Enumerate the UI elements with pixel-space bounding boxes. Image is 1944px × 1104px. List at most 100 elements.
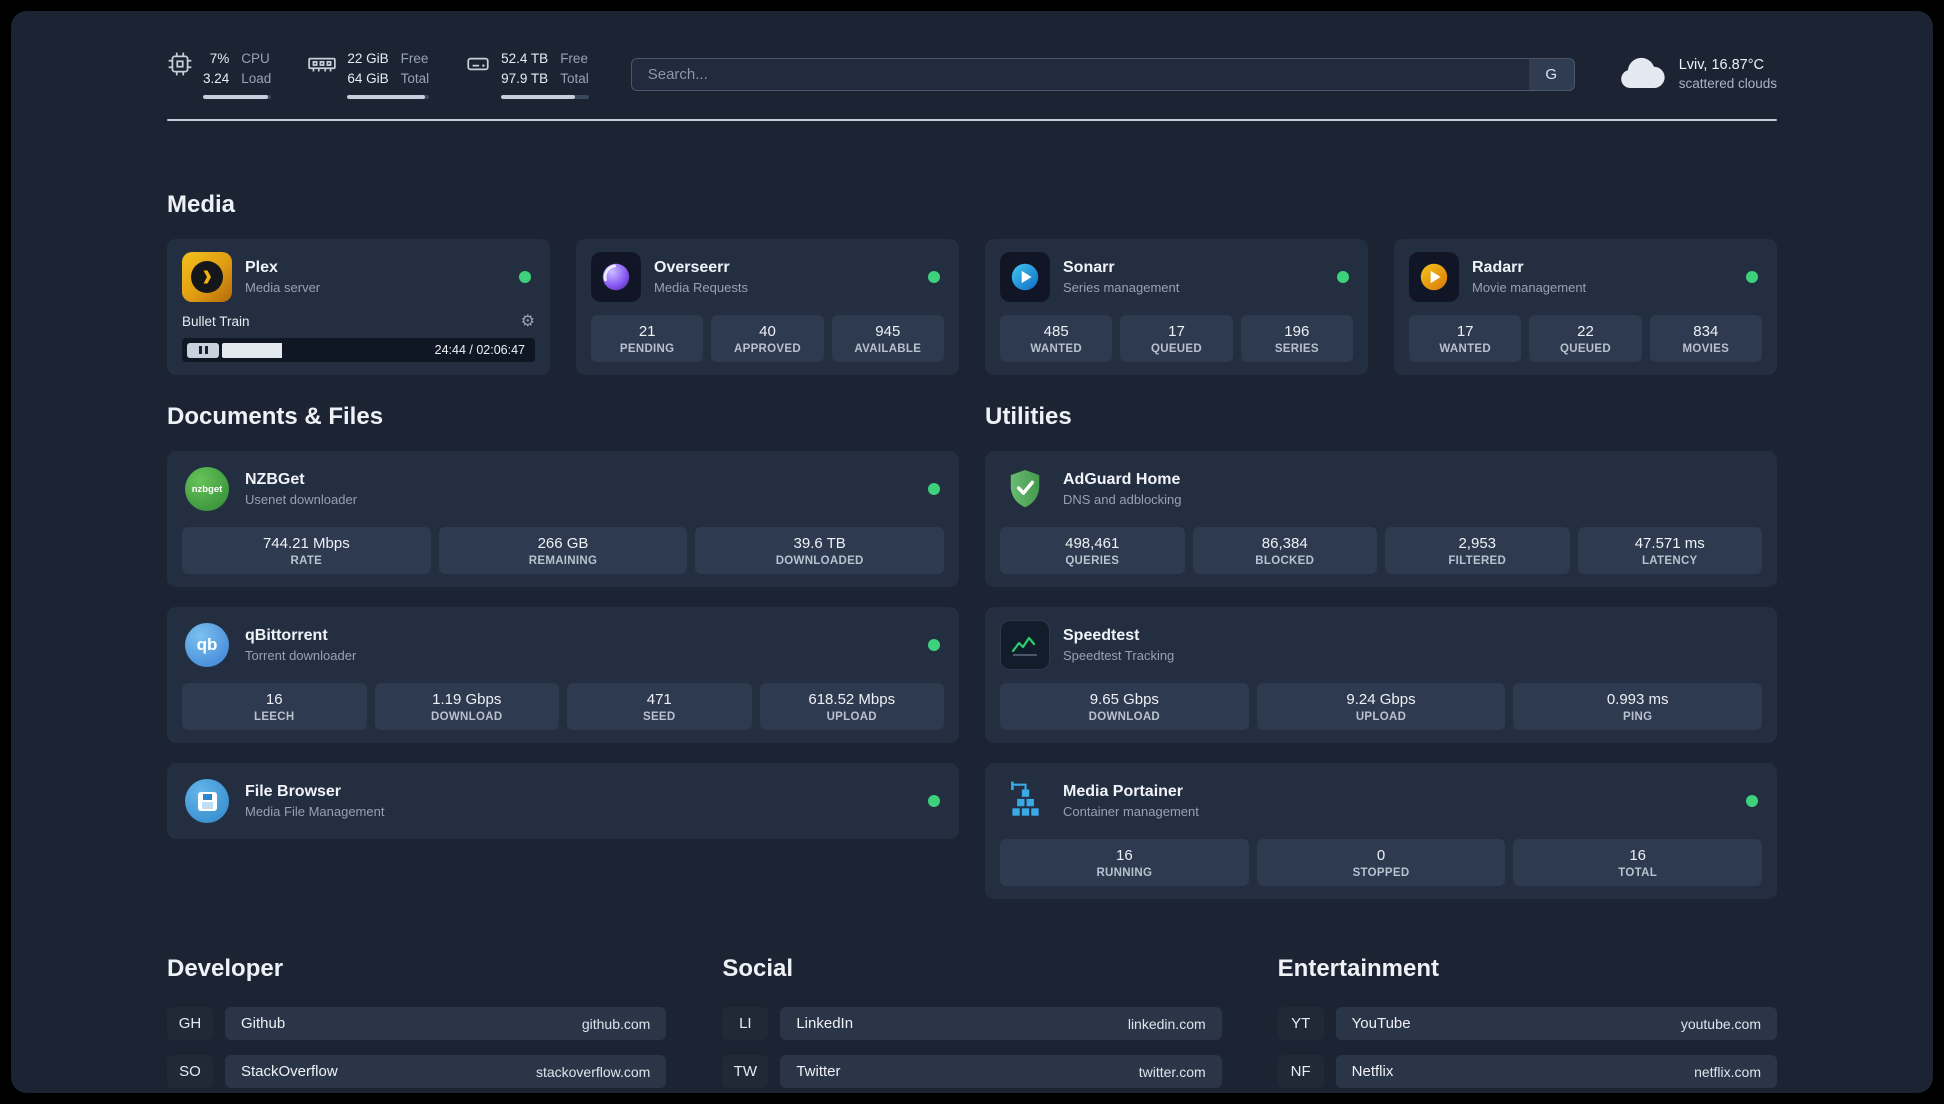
stat-value: 471 [646,691,672,709]
bookmark-twitter[interactable]: TW Twitter twitter.com [722,1055,1222,1089]
bookmark-github[interactable]: GH Github github.com [167,1007,667,1041]
portainer-icon [1000,776,1050,826]
gear-icon[interactable]: ⚙ [521,311,535,331]
card-sonarr[interactable]: Sonarr Series management 485 WANTED 17 Q… [985,239,1368,376]
stat-value: 834 [1693,323,1719,341]
stat-label: FILTERED [1448,555,1507,568]
stat-value: 485 [1043,323,1069,341]
stat-label: DOWNLOADED [775,555,864,568]
topbar: 7% 3.24 CPU Load 22 GiB 64 GiB Free Tota… [11,11,1933,100]
status-dot [928,483,940,496]
card-speedtest[interactable]: Speedtest Speedtest Tracking 9.65 Gbps D… [985,607,1777,744]
stat-label: WANTED [1030,343,1082,356]
stat-label: APPROVED [734,343,801,356]
memory-free-label: Free [400,51,429,66]
topbar-divider [167,119,1777,122]
status-dot [928,271,940,284]
stats-row: 498,461 QUERIES 86,384 BLOCKED 2,953 FIL… [1000,527,1762,575]
stat-box: 47.571 ms LATENCY [1577,527,1762,575]
stat-value: 16 [1629,847,1647,865]
bookmark-name: Github [241,1015,286,1033]
bookmark-stackoverflow[interactable]: SO StackOverflow stackoverflow.com [167,1055,667,1089]
card-portainer[interactable]: Media Portainer Container management 16 … [985,763,1777,900]
disk-total-label: Total [560,70,589,86]
service-description: Media server [245,280,321,296]
card-adguard[interactable]: AdGuard Home DNS and adblocking 498,461 … [985,451,1777,588]
stat-label: LEECH [254,711,295,724]
stat-label: UPLOAD [1355,711,1407,724]
stat-box: 266 GB REMAINING [438,527,688,575]
stat-value: 2,953 [1458,535,1497,553]
stats-row: 485 WANTED 17 QUEUED 196 SERIES [1000,315,1353,363]
bookmark-url: linkedin.com [1127,1015,1206,1032]
dashboard-content: Media Plex Media server Bullet Train ⚙ 2… [11,191,1933,1093]
card-filebrowser[interactable]: File Browser Media File Management [167,763,959,840]
bookmark-url: stackoverflow.com [535,1063,651,1080]
stat-box: 16 RUNNING [1000,839,1249,887]
stat-value: 17 [1168,323,1185,341]
stats-row: 16 RUNNING 0 STOPPED 16 TOTAL [1000,839,1763,887]
disk-usage-bar [501,95,589,100]
stat-value: 40 [759,323,776,341]
bookmark-netflix[interactable]: NF Netflix netflix.com [1278,1055,1777,1089]
stat-value: 17 [1456,323,1474,341]
bookmark-url: netflix.com [1694,1063,1761,1080]
plex-icon [182,252,232,303]
bookmark-url: github.com [581,1015,651,1032]
service-description: Media File Management [245,804,385,820]
stat-label: BLOCKED [1255,555,1315,568]
bookmark-abbr: NF [1278,1055,1324,1088]
stats-row: 9.65 Gbps DOWNLOAD 9.24 Gbps UPLOAD 0.99… [1000,683,1763,731]
playback-bar: 24:44 / 02:06:47 [182,338,535,363]
weather-text: Lviv, 16.87°C scattered clouds [1679,57,1777,91]
service-name: Plex [245,259,278,277]
stats-row: 16 LEECH 1.19 Gbps DOWNLOAD 471 SEED 618… [182,683,944,731]
stat-box: 9.65 Gbps DOWNLOAD [1000,683,1249,731]
plex-now-playing: Bullet Train ⚙ 24:44 / 02:06:47 [182,311,535,363]
memory-usage-bar [347,95,430,100]
card-radarr[interactable]: Radarr Movie management 17 WANTED 22 QUE… [1394,239,1777,376]
card-overseerr[interactable]: Overseerr Media Requests 21 PENDING 40 A… [576,239,959,376]
pause-button[interactable] [187,342,219,358]
card-qbittorrent[interactable]: qb qBittorrent Torrent downloader 16 LEE… [167,607,959,744]
bookmark-linkedin[interactable]: LI LinkedIn linkedin.com [722,1007,1222,1041]
stat-label: RATE [290,555,323,568]
bookmark-abbr: SO [167,1055,213,1088]
stat-value: 22 [1577,323,1594,341]
stat-box: 498,461 QUERIES [1000,527,1185,575]
section-title-utilities: Utilities [985,403,1072,431]
media-cards: Plex Media server Bullet Train ⚙ 24:44 /… [167,239,1777,376]
cpu-usage-value: 7% [209,51,230,66]
app-window: 7% 3.24 CPU Load 22 GiB 64 GiB Free Tota… [11,11,1933,1093]
bookmark-abbr: LI [722,1007,768,1040]
bookmark-name: LinkedIn [796,1015,854,1033]
disk-total-value: 97.9 TB [501,70,549,86]
cpu-load-value: 3.24 [203,70,230,86]
stat-box: 945 AVAILABLE [831,315,944,363]
stat-box: 196 SERIES [1240,315,1353,363]
stat-label: RUNNING [1096,867,1153,880]
search-bar[interactable]: G [630,57,1575,91]
sonarr-icon [1000,252,1050,303]
section-documents: Documents & Files nzbget NZBGet Usenet d… [167,403,959,899]
stat-box: 17 QUEUED [1120,315,1233,363]
card-plex[interactable]: Plex Media server Bullet Train ⚙ 24:44 /… [167,239,550,376]
card-nzbget[interactable]: nzbget NZBGet Usenet downloader 744.21 M… [167,451,959,588]
search-input[interactable] [630,57,1529,91]
search-engine-button[interactable]: G [1528,57,1575,91]
progress-fill [222,342,283,358]
system-widgets: 7% 3.24 CPU Load 22 GiB 64 GiB Free Tota… [167,49,589,100]
stat-box: 485 WANTED [1000,315,1113,363]
service-description: DNS and adblocking [1063,492,1182,508]
status-dot [928,639,940,652]
service-name: Sonarr [1063,259,1115,277]
stat-label: QUEUED [1559,343,1611,356]
bookmark-youtube[interactable]: YT YouTube youtube.com [1278,1007,1777,1041]
status-dot [1746,795,1758,808]
stat-label: AVAILABLE [854,343,922,356]
stat-box: 17 WANTED [1409,315,1522,363]
stat-value: 16 [265,691,283,709]
bookmark-abbr: GH [167,1007,213,1040]
playback-time: 24:44 / 02:06:47 [434,343,525,358]
stat-value: 0 [1376,847,1386,865]
